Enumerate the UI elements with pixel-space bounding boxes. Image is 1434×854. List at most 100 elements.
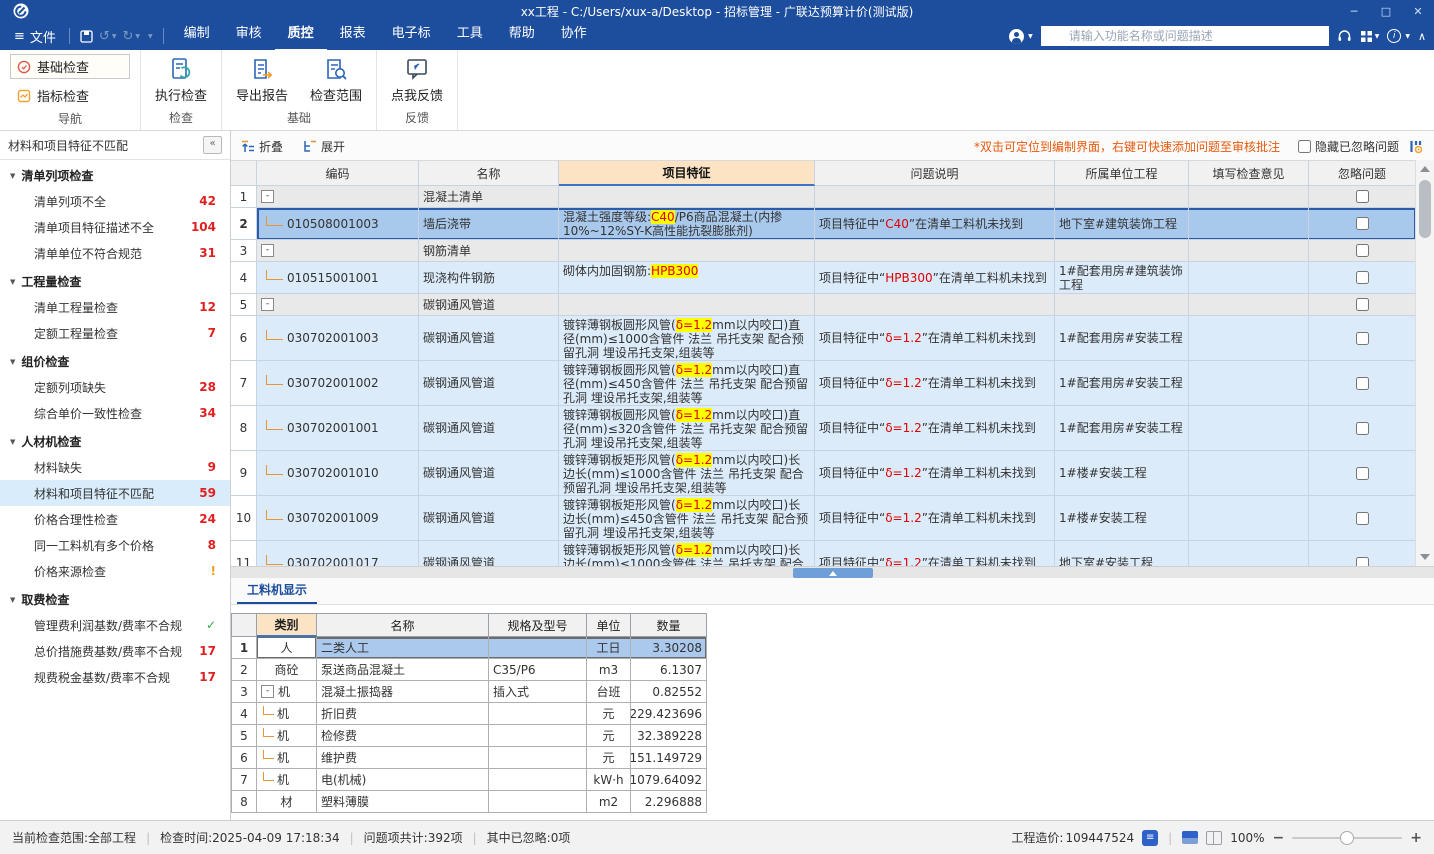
row-body[interactable]: -碳钢通风管道 [257,294,1416,316]
save-button[interactable] [80,30,93,43]
row-body[interactable]: 030702001017碳钢通风管道镀锌薄钢板矩形风管(δ=1.2mm以内咬口)… [257,541,1416,566]
bottom-col-header-4[interactable]: 数量 [631,613,707,637]
table-row[interactable]: 1-混凝土清单 [231,186,1416,208]
splitter-collapse-handle[interactable] [793,568,873,578]
col-header-1[interactable]: 名称 [419,160,559,186]
indicator-check-button[interactable]: 指标检查 [10,83,130,108]
minimize-button[interactable]: ─ [1338,0,1370,22]
cell-opinion[interactable] [1189,361,1309,406]
tree-section-2[interactable]: ▼组价检查 [0,346,230,374]
table-row[interactable]: 3-钢筋清单 [231,240,1416,262]
bottom-table-row[interactable]: 4机折旧费元229.423696 [231,703,1434,725]
zoom-out-button[interactable]: − [1273,830,1285,846]
bottom-table-row[interactable]: 8材塑料薄膜m22.296888 [231,791,1434,813]
ignore-checkbox[interactable] [1356,271,1369,284]
menu-item-1[interactable]: 审核 [223,21,275,49]
ignore-checkbox[interactable] [1356,422,1369,435]
row-body[interactable]: 030702001009碳钢通风管道镀锌薄钢板矩形风管(δ=1.2mm以内咬口)… [257,496,1416,541]
vertical-scrollbar[interactable] [1415,160,1434,566]
menu-item-2[interactable]: 质控 [275,21,327,51]
ignore-checkbox[interactable] [1356,377,1369,390]
table-row[interactable]: 6030702001003碳钢通风管道镀锌薄钢板圆形风管(δ=1.2mm以内咬口… [231,316,1416,361]
tree-item-3-2[interactable]: 价格合理性检查24 [0,506,230,532]
menu-item-5[interactable]: 工具 [444,21,496,49]
ignore-checkbox[interactable] [1356,217,1369,230]
col-header-2[interactable]: 项目特征 [559,160,815,186]
tree-item-1-0[interactable]: 清单工程量检查12 [0,294,230,320]
bottom-table-row[interactable]: 6机维护费元151.149729 [231,747,1434,769]
col-header-0[interactable]: 编码 [257,160,419,186]
table-row[interactable]: 10030702001009碳钢通风管道镀锌薄钢板矩形风管(δ=1.2mm以内咬… [231,496,1416,541]
tree-item-3-3[interactable]: 同一工料机有多个价格8 [0,532,230,558]
check-scope-button[interactable]: 检查范围 [306,54,366,106]
ignore-checkbox[interactable] [1356,557,1369,567]
tree-section-3[interactable]: ▼人材机检查 [0,426,230,454]
sidebar-collapse-button[interactable]: « [203,136,222,154]
tree-item-4-2[interactable]: 规费税金基数/费率不合规17 [0,664,230,690]
cell-opinion[interactable] [1189,496,1309,541]
cost-detail-icon[interactable]: ≡ [1142,830,1158,846]
cell-opinion[interactable] [1189,186,1309,208]
row-body[interactable]: 030702001001碳钢通风管道镀锌薄钢板圆形风管(δ=1.2mm以内咬口)… [257,406,1416,451]
run-check-button[interactable]: 执行检查 [151,54,211,106]
collapse-rows-button[interactable]: 折叠 [241,138,283,155]
ignore-checkbox[interactable] [1356,512,1369,525]
scroll-up-icon[interactable] [1420,166,1430,172]
table-row[interactable]: 4010515001001现浇构件钢筋砌体内加固钢筋:HPB300项目特征中“H… [231,262,1416,294]
undo-button[interactable]: ↺▼ [99,29,117,44]
tree-item-0-0[interactable]: 清单列项不全42 [0,188,230,214]
tab-labor-material-machine[interactable]: 工料机显示 [237,581,317,604]
col-header-5[interactable]: 填写检查意见 [1189,160,1309,186]
row-body[interactable]: 材塑料薄膜m22.296888 [257,791,707,813]
close-button[interactable]: ✕ [1402,0,1434,22]
scrollbar-thumb[interactable] [1419,180,1431,238]
menu-item-6[interactable]: 帮助 [496,21,548,49]
collapse-toggle-icon[interactable]: - [261,685,274,698]
row-body[interactable]: 机电(机械)kW·h1079.64092 [257,769,707,791]
col-header-3[interactable]: 问题说明 [815,160,1055,186]
tree-item-0-1[interactable]: 清单项目特征描述不全104 [0,214,230,240]
export-report-button[interactable]: 导出报告 [232,54,292,106]
bottom-col-header-2[interactable]: 规格及型号 [489,613,587,637]
ignore-checkbox[interactable] [1356,332,1369,345]
column-settings-icon[interactable] [1409,139,1424,154]
collapse-ribbon-icon[interactable]: ∧ [1418,30,1426,43]
row-body[interactable]: 010515001001现浇构件钢筋砌体内加固钢筋:HPB300项目特征中“HP… [257,262,1416,294]
zoom-slider[interactable] [1292,837,1402,839]
row-body[interactable]: 030702001002碳钢通风管道镀锌薄钢板圆形风管(δ=1.2mm以内咬口)… [257,361,1416,406]
collapse-toggle-icon[interactable]: - [261,190,274,203]
bottom-table-row[interactable]: 7机电(机械)kW·h1079.64092 [231,769,1434,791]
row-body[interactable]: 机检修费元32.389228 [257,725,707,747]
row-body[interactable]: 010508001003墙后浇带混凝土强度等级:C40/P6商品混凝土(内掺10… [257,208,1416,240]
tree-item-3-4[interactable]: 价格来源检查! [0,558,230,584]
ignore-checkbox[interactable] [1356,190,1369,203]
menu-item-4[interactable]: 电子标 [379,21,444,49]
redo-button[interactable]: ↻▼ [122,29,140,44]
row-body[interactable]: 030702001010碳钢通风管道镀锌薄钢板矩形风管(δ=1.2mm以内咬口)… [257,451,1416,496]
view-mode-split-icon[interactable] [1206,831,1222,845]
row-body[interactable]: -混凝土清单 [257,186,1416,208]
cell-opinion[interactable] [1189,208,1309,240]
ignore-checkbox[interactable] [1356,467,1369,480]
bottom-col-header-0[interactable]: 类别 [257,613,317,637]
tree-section-0[interactable]: ▼清单列项检查 [0,160,230,188]
bottom-table-row[interactable]: 5机检修费元32.389228 [231,725,1434,747]
file-menu[interactable]: ≡ 文件 [8,27,62,46]
col-header-6[interactable]: 忽略问题 [1309,160,1416,186]
tree-item-3-0[interactable]: 材料缺失9 [0,454,230,480]
expand-rows-button[interactable]: 展开 [303,138,345,155]
maximize-button[interactable]: □ [1370,0,1402,22]
hide-ignored-toggle[interactable]: 隐藏已忽略问题 [1298,138,1399,155]
col-header-4[interactable]: 所属单位工程 [1055,160,1189,186]
cell-opinion[interactable] [1189,262,1309,294]
ignore-checkbox[interactable] [1356,298,1369,311]
tree-item-3-1[interactable]: 材料和项目特征不匹配59 [0,480,230,506]
collapse-toggle-icon[interactable]: - [261,298,274,311]
basic-check-button[interactable]: 基础检查 [10,54,130,79]
zoom-in-button[interactable]: + [1410,830,1422,846]
account-menu[interactable]: ▼ [1009,29,1033,44]
row-body[interactable]: 商砼泵送商品混凝土C35/P6m36.1307 [257,659,707,681]
bottom-table-row[interactable]: 3-机混凝土振捣器插入式台班0.82552 [231,681,1434,703]
row-body[interactable]: -钢筋清单 [257,240,1416,262]
apps-grid-icon[interactable]: ▼ [1360,30,1380,43]
